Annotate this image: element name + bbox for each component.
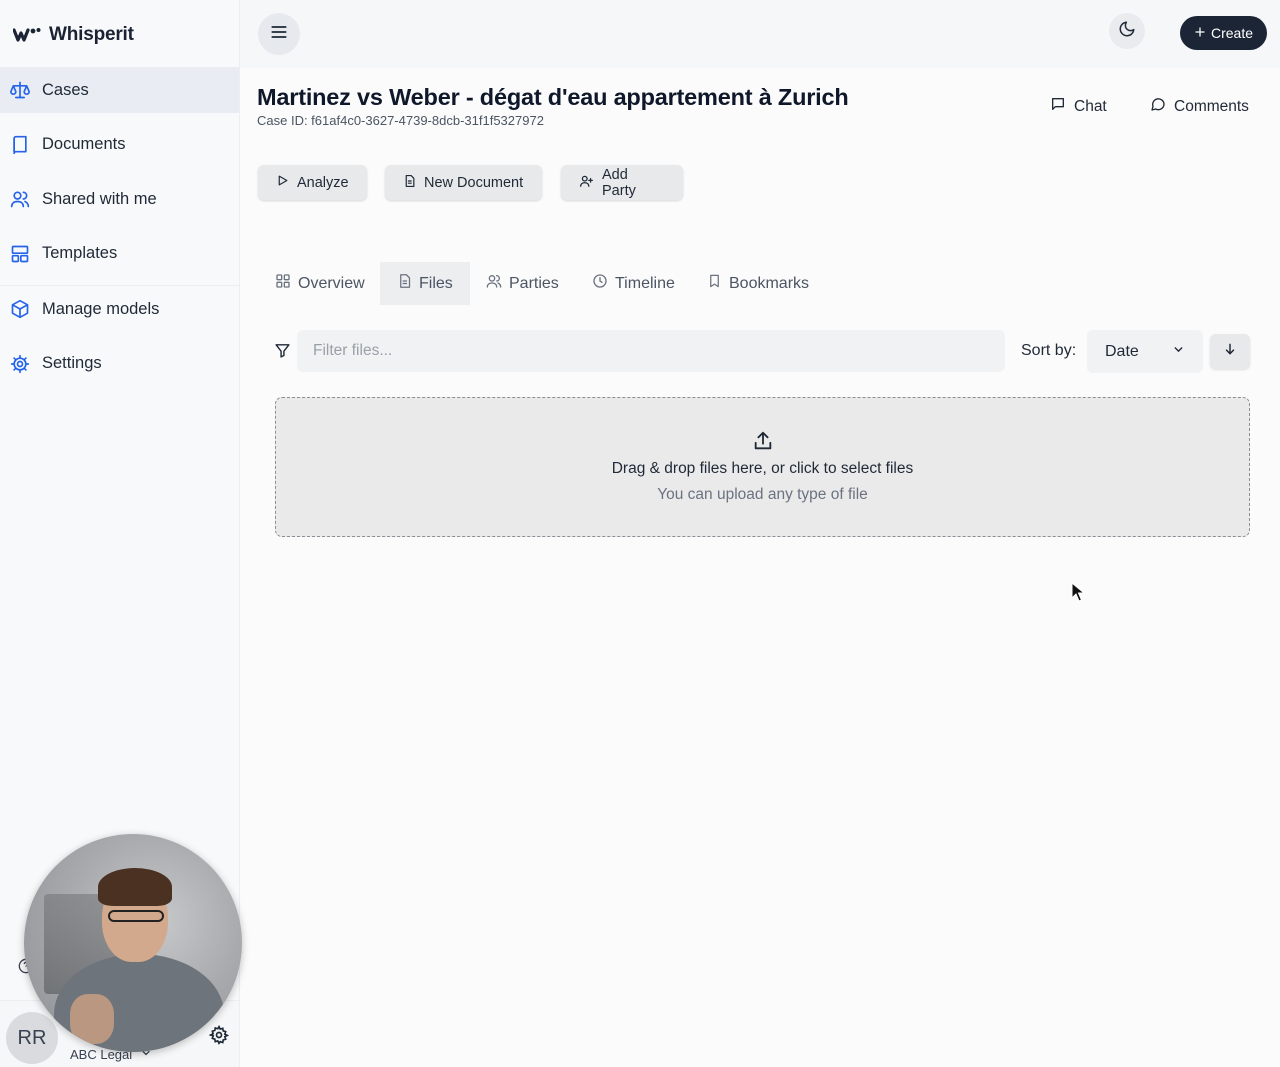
avatar[interactable]: RR — [6, 1012, 58, 1064]
sidebar-item-label: Settings — [42, 354, 102, 372]
cube-icon — [10, 299, 30, 319]
webcam-person-hand — [70, 994, 114, 1044]
sidebar-item-label: Templates — [42, 244, 118, 262]
tab-parties[interactable]: Parties — [469, 262, 576, 305]
tab-label: Files — [419, 274, 453, 292]
arrow-down-icon — [1223, 342, 1237, 361]
sidebar-item-label: Shared with me — [42, 189, 157, 208]
plus-icon — [1194, 25, 1206, 41]
sidebar-item-label: Documents — [42, 135, 126, 153]
bookmark-icon — [707, 273, 722, 294]
tab-label: Parties — [509, 274, 559, 292]
scale-icon — [10, 80, 30, 100]
sort-select[interactable]: Date — [1087, 330, 1203, 373]
document-icon — [403, 174, 416, 192]
case-id: Case ID: f61af4c0-3627-4739-8dcb-31f1f53… — [257, 113, 544, 128]
create-label: Create — [1210, 25, 1254, 41]
webcam-person-hair — [98, 868, 172, 906]
new-document-label: New Document — [424, 174, 524, 191]
sidebar-item-label: Cases — [42, 80, 89, 99]
tab-timeline[interactable]: Timeline — [575, 262, 692, 305]
app-logo[interactable]: Whisperit — [13, 24, 134, 46]
app-name: Whisperit — [49, 24, 134, 45]
filter-files-input[interactable] — [297, 330, 1005, 372]
sort-label: Sort by: — [1021, 342, 1077, 359]
top-bar: Create — [240, 0, 1280, 68]
dropzone-main-text: Drag & drop files here, or click to sele… — [611, 460, 914, 477]
sidebar-item-cases[interactable]: Cases — [0, 67, 239, 113]
gear-icon — [10, 354, 30, 374]
sidebar-item-label: Manage models — [42, 299, 160, 318]
chat-icon — [1050, 96, 1066, 117]
sidebar-item-manage-models[interactable]: Manage models — [0, 286, 239, 332]
tab-files[interactable]: Files — [380, 262, 470, 305]
user-plus-icon — [579, 174, 594, 192]
chat-button[interactable]: Chat — [1050, 96, 1107, 117]
play-icon — [276, 174, 289, 191]
file-icon — [397, 273, 412, 294]
webcam-person-glasses — [108, 910, 164, 922]
analyze-button[interactable]: Analyze — [258, 165, 367, 200]
comments-button[interactable]: Comments — [1150, 96, 1249, 117]
sidebar-item-documents[interactable]: Documents — [0, 122, 239, 168]
comments-label: Comments — [1174, 97, 1249, 115]
create-button[interactable]: Create — [1180, 16, 1267, 50]
upload-icon — [752, 430, 774, 457]
layout-icon — [10, 244, 30, 264]
users-icon — [10, 189, 30, 209]
filter-icon — [274, 342, 291, 364]
comment-icon — [1150, 96, 1166, 117]
dropzone-sub-text: You can upload any type of file — [657, 486, 868, 503]
page-title: Martinez vs Weber - dégat d'eau appartem… — [257, 84, 849, 110]
mouse-cursor-icon — [1071, 581, 1086, 607]
users-icon — [486, 273, 502, 294]
chevron-down-icon — [1172, 343, 1185, 361]
whisperit-logo-icon — [13, 27, 41, 43]
tab-overview[interactable]: Overview — [258, 262, 382, 305]
clock-icon — [592, 273, 608, 294]
add-party-label: Add Party — [602, 166, 636, 199]
sort-direction-button[interactable] — [1210, 334, 1250, 369]
sort-value: Date — [1105, 342, 1139, 360]
tab-bookmarks[interactable]: Bookmarks — [690, 262, 826, 305]
theme-toggle-button[interactable] — [1109, 13, 1145, 49]
sidebar-item-settings[interactable]: Settings — [0, 341, 239, 387]
hamburger-icon — [269, 22, 289, 47]
sidebar-nav: Cases Documents Shared with me Templates — [0, 67, 239, 395]
grid-icon — [275, 273, 291, 294]
sidebar-item-templates[interactable]: Templates — [0, 231, 239, 277]
file-dropzone[interactable]: Drag & drop files here, or click to sele… — [275, 397, 1250, 537]
new-document-button[interactable]: New Document — [385, 165, 542, 200]
menu-toggle-button[interactable] — [258, 13, 300, 55]
analyze-label: Analyze — [297, 174, 349, 191]
webcam-overlay — [24, 834, 242, 1052]
sidebar-item-shared[interactable]: Shared with me — [0, 176, 239, 222]
tab-label: Bookmarks — [729, 274, 810, 292]
tab-label: Timeline — [615, 274, 675, 292]
tab-label: Overview — [298, 274, 365, 292]
moon-icon — [1118, 20, 1136, 43]
chat-label: Chat — [1074, 97, 1107, 115]
add-party-button[interactable]: Add Party — [561, 165, 683, 200]
book-icon — [10, 135, 30, 155]
